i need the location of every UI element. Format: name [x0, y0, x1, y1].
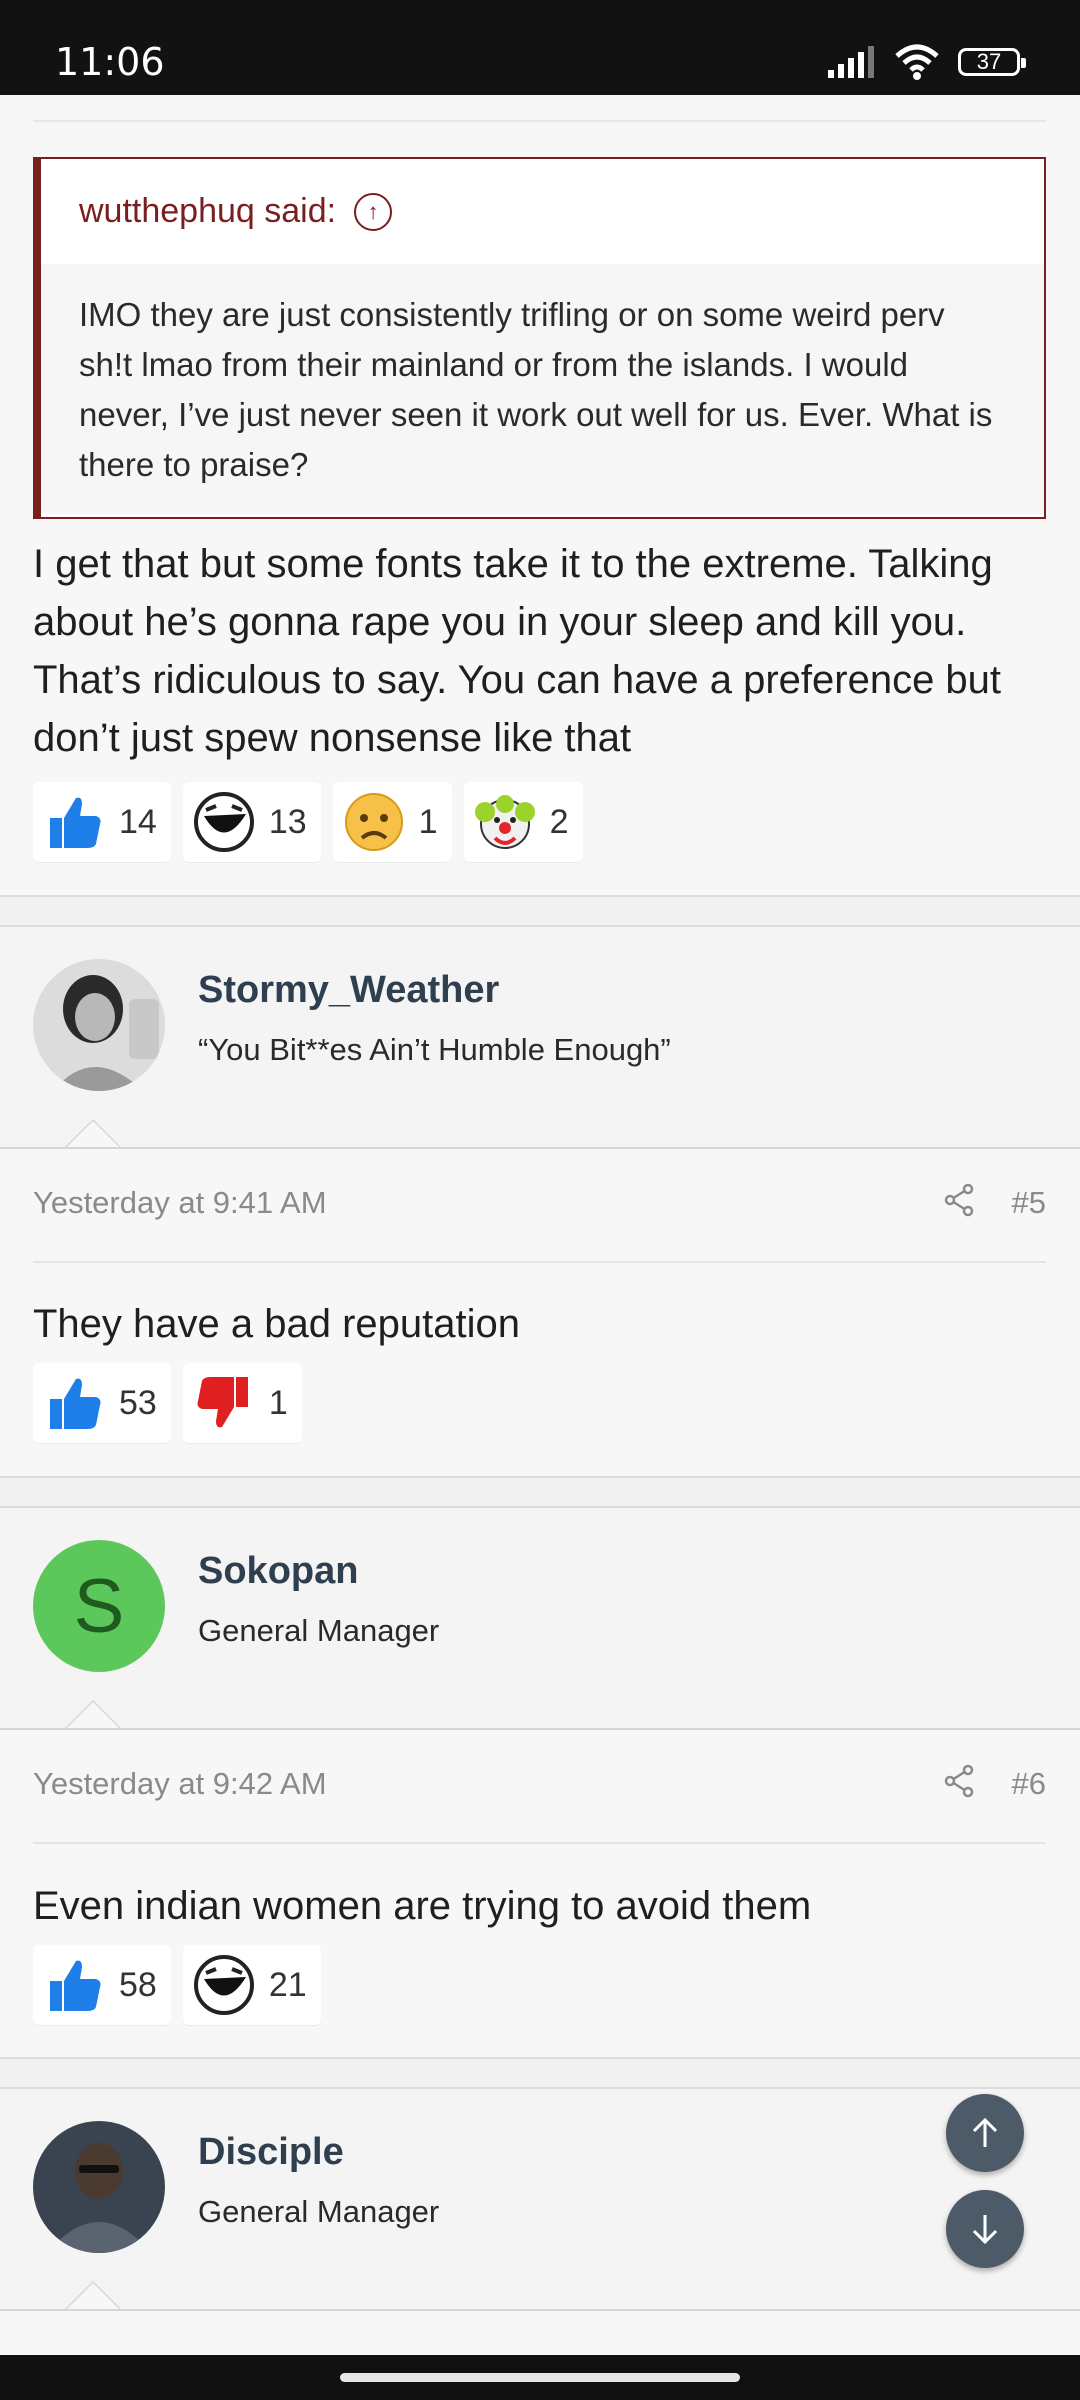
post-message: They have a bad reputation	[33, 1302, 521, 1346]
scroll-to-top-button[interactable]	[946, 2094, 1024, 2172]
status-time: 11:06	[55, 40, 165, 84]
quote-header[interactable]: wutthephuq said: ↑	[41, 159, 1044, 264]
arrow-up-icon	[972, 2117, 998, 2147]
reaction-like[interactable]: 14	[33, 782, 171, 862]
reactions-bar: 53 1	[33, 1363, 302, 1443]
reaction-count: 53	[119, 1383, 157, 1422]
user-title: General Manager	[198, 2194, 440, 2229]
laughing-face-icon	[191, 789, 257, 855]
reaction-sad[interactable]: 1	[332, 782, 452, 862]
reaction-count: 14	[119, 802, 157, 841]
thumbs-up-icon	[41, 1370, 107, 1436]
sad-face-icon	[341, 789, 407, 855]
post-meta: Yesterday at 9:41 AM #5	[33, 1149, 1046, 1259]
signal-icon	[828, 46, 874, 78]
post-separator	[0, 1478, 1080, 1506]
reactions-bar: 58 21	[33, 1945, 321, 2025]
post-number[interactable]: #6	[1012, 1766, 1046, 1802]
post-meta: Yesterday at 9:42 AM #6	[33, 1730, 1046, 1840]
reaction-count: 13	[268, 802, 307, 841]
avatar[interactable]: S	[33, 1540, 165, 1672]
scroll-to-bottom-button[interactable]	[946, 2190, 1024, 2268]
user-title: General Manager	[198, 1613, 440, 1648]
quote-block: wutthephuq said: ↑ IMO they are just con…	[33, 157, 1046, 519]
reaction-laugh[interactable]: 13	[182, 782, 321, 862]
post-message: Even indian women are trying to avoid th…	[33, 1884, 812, 1928]
user-title: “You Bit**es Ain’t Humble Enough”	[198, 1032, 671, 1067]
post-user-block: Stormy_Weather “You Bit**es Ain’t Humble…	[0, 927, 1080, 1147]
post-user-block: S Sokopan General Manager	[0, 1508, 1080, 1728]
thumbs-up-icon	[41, 789, 107, 855]
status-bar: 11:06 37	[0, 0, 1080, 95]
reaction-count: 21	[268, 1965, 307, 2004]
reaction-count: 2	[549, 802, 569, 841]
user-pointer	[65, 1119, 121, 1147]
username[interactable]: Disciple	[198, 2131, 344, 2174]
reaction-laugh[interactable]: 21	[182, 1945, 321, 2025]
avatar[interactable]	[33, 2121, 165, 2253]
reaction-like[interactable]: 58	[33, 1945, 171, 2025]
arrow-up-circle-icon[interactable]: ↑	[354, 192, 393, 231]
reaction-clown[interactable]: 2	[463, 782, 583, 862]
thread-content[interactable]: wutthephuq said: ↑ IMO they are just con…	[0, 95, 1080, 2355]
thumbs-down-icon	[191, 1370, 257, 1436]
avatar[interactable]	[33, 959, 165, 1091]
status-icons: 37	[826, 44, 1026, 80]
divider	[33, 120, 1046, 122]
share-icon[interactable]	[942, 1764, 976, 1803]
reaction-count: 58	[119, 1965, 157, 2004]
clown-face-icon	[472, 789, 538, 855]
quote-text: IMO they are just consistently trifling …	[41, 264, 1044, 514]
post-separator	[0, 897, 1080, 925]
navigation-bar	[0, 2355, 1080, 2400]
home-gesture-handle[interactable]	[340, 2373, 740, 2382]
laughing-face-icon	[191, 1952, 257, 2018]
post-date[interactable]: Yesterday at 9:42 AM	[33, 1766, 327, 1802]
post-divider	[0, 2309, 1080, 2311]
battery-level: 37	[976, 49, 1002, 74]
user-pointer	[65, 2281, 121, 2309]
share-icon[interactable]	[942, 1183, 976, 1222]
quote-author[interactable]: wutthephuq said:	[79, 192, 336, 231]
meta-divider	[33, 1261, 1046, 1263]
meta-divider	[33, 1842, 1046, 1844]
post-number[interactable]: #5	[1012, 1185, 1046, 1221]
avatar-letter: S	[73, 1563, 125, 1649]
reaction-dislike[interactable]: 1	[182, 1363, 302, 1443]
post-message: I get that but some fonts take it to the…	[33, 542, 1002, 760]
username[interactable]: Sokopan	[198, 1550, 358, 1593]
reaction-count: 1	[418, 802, 438, 841]
reactions-bar: 14 13 1 2	[33, 782, 583, 862]
user-pointer	[65, 1700, 121, 1728]
arrow-down-icon	[972, 2215, 998, 2245]
post-user-block: Disciple General Manager	[0, 2089, 1080, 2309]
reaction-like[interactable]: 53	[33, 1363, 171, 1443]
reaction-count: 1	[268, 1383, 288, 1422]
battery-icon: 37	[958, 48, 1026, 76]
wifi-icon	[895, 44, 939, 80]
thumbs-up-icon	[41, 1952, 107, 2018]
post-date[interactable]: Yesterday at 9:41 AM	[33, 1185, 327, 1221]
username[interactable]: Stormy_Weather	[198, 969, 499, 1012]
post-separator	[0, 2059, 1080, 2087]
